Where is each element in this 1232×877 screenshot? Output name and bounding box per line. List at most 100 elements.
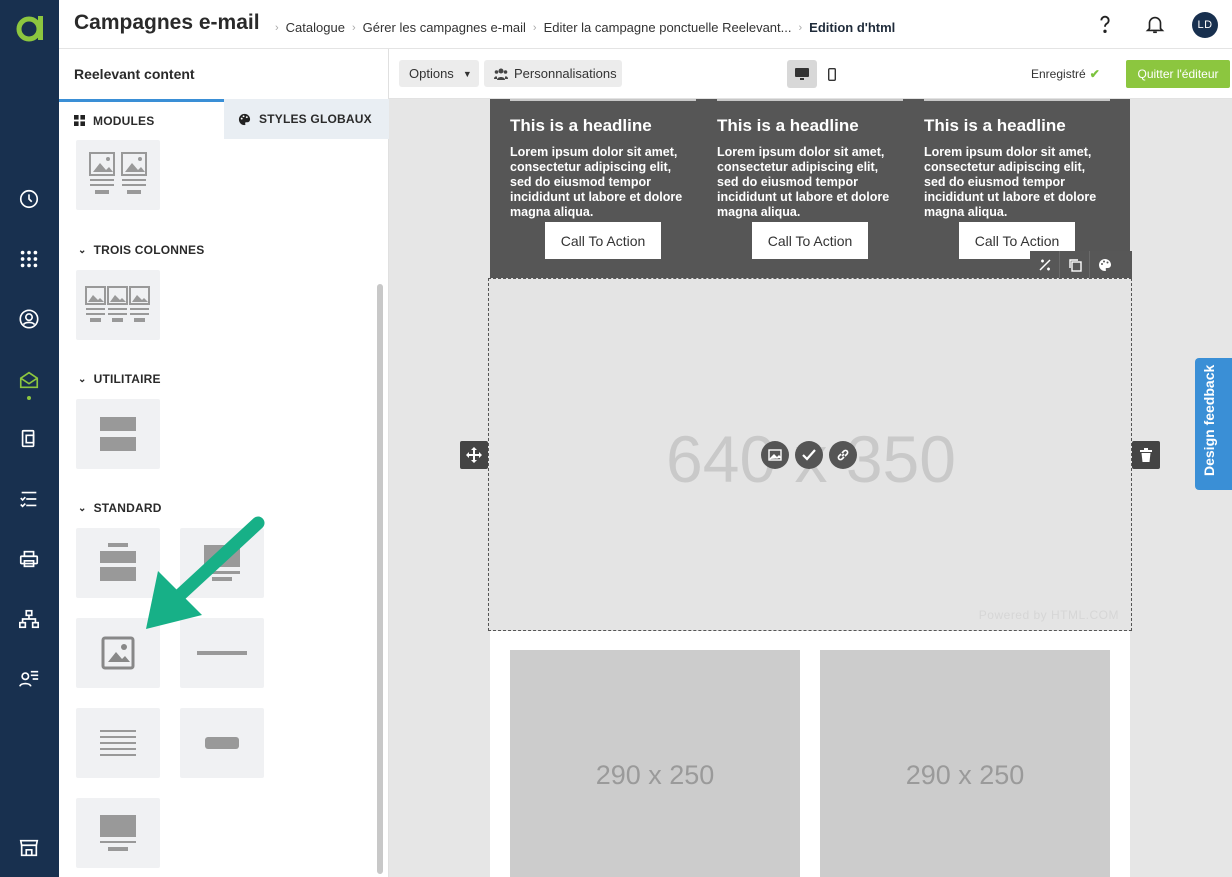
tab-styles-globaux[interactable]: STYLES GLOBAUX	[224, 99, 389, 139]
image-block-selected[interactable]: 640 x 350 Powered by HTML.COM	[488, 278, 1132, 631]
audience-icon[interactable]	[17, 667, 41, 691]
save-status: Enregistré ✔	[1031, 67, 1100, 81]
email-body: This is a headline Lorem ipsum dolor sit…	[488, 99, 1132, 877]
module-image-caption[interactable]	[76, 798, 160, 868]
trash-icon[interactable]	[1132, 441, 1160, 469]
palette-icon[interactable]	[1090, 251, 1120, 279]
editor-toolbar: Options ▼ Personnalisations Enregistré ✔ …	[389, 49, 1232, 99]
image-placeholder-left[interactable]: 290 x 250	[510, 650, 800, 877]
personalize-label: Personnalisations	[514, 66, 617, 81]
desktop-icon	[795, 68, 809, 80]
column-image-edge	[510, 99, 696, 101]
module-paragraph[interactable]	[76, 708, 160, 778]
column-image-edge	[924, 99, 1110, 101]
placeholder-label: 290 x 250	[905, 760, 1025, 790]
module-two-columns[interactable]	[76, 140, 160, 210]
email-canvas: This is a headline Lorem ipsum dolor sit…	[389, 99, 1232, 877]
panel-scrollbar[interactable]	[377, 284, 383, 874]
active-indicator	[27, 396, 31, 400]
dashboard-icon[interactable]	[17, 187, 41, 211]
hierarchy-icon[interactable]	[17, 607, 41, 631]
quit-editor-button[interactable]: Quitter l'éditeur	[1126, 60, 1230, 88]
section-standard[interactable]: ⌄ STANDARD	[78, 501, 162, 515]
nav-rail	[0, 0, 59, 877]
column-body[interactable]: Lorem ipsum dolor sit amet, consectetur …	[924, 145, 1110, 220]
bell-icon[interactable]	[1143, 12, 1167, 36]
feedback-label: Design feedback	[1201, 364, 1217, 476]
breadcrumb-item[interactable]: Gérer les campagnes e-mail	[363, 20, 526, 35]
column-headline[interactable]: This is a headline	[510, 116, 696, 136]
options-dropdown[interactable]: Options ▼	[399, 60, 479, 87]
magic-icon[interactable]	[1030, 251, 1060, 279]
module-three-columns[interactable]	[76, 270, 160, 340]
column-body[interactable]: Lorem ipsum dolor sit amet, consectetur …	[717, 145, 903, 220]
modules-panel: Reelevant content MODULES STYLES GLOBAUX	[59, 49, 389, 877]
section-trois-colonnes[interactable]: ⌄ TROIS COLONNES	[78, 243, 204, 257]
call-to-action-button[interactable]: Call To Action	[752, 222, 868, 259]
row-actions-bar	[1030, 251, 1132, 279]
email-icon[interactable]	[17, 368, 41, 392]
app-root: Campagnes e-mail › Catalogue › Gérer les…	[0, 0, 1232, 877]
grid-icon	[74, 115, 85, 126]
content-icon[interactable]	[17, 427, 41, 451]
column-image-edge	[717, 99, 903, 101]
breadcrumb-separator: ›	[275, 21, 279, 34]
column-headline[interactable]: This is a headline	[924, 116, 1110, 136]
annotation-arrow-icon	[146, 516, 265, 629]
apps-grid-icon[interactable]	[17, 247, 41, 271]
section-label: UTILITAIRE	[93, 372, 161, 386]
chevron-down-icon: ⌄	[78, 244, 87, 256]
caret-down-icon: ▼	[462, 68, 472, 79]
store-icon[interactable]	[17, 836, 41, 860]
call-to-action-button[interactable]: Call To Action	[545, 222, 661, 259]
breadcrumb-separator: ›	[532, 21, 537, 34]
check-icon: ✔	[1089, 67, 1100, 81]
reelevant-logo[interactable]	[14, 12, 46, 44]
section-utilitaire[interactable]: ⌄ UTILITAIRE	[78, 372, 161, 386]
breadcrumb-item[interactable]: Catalogue	[286, 20, 345, 35]
image-icon[interactable]	[761, 441, 789, 469]
panel-title: Reelevant content	[74, 66, 195, 82]
save-status-label: Enregistré	[1031, 67, 1086, 81]
mobile-view-button[interactable]	[817, 60, 847, 88]
question-icon[interactable]	[1093, 12, 1117, 36]
desktop-view-button[interactable]	[787, 60, 817, 88]
personalize-button[interactable]: Personnalisations	[484, 60, 622, 87]
user-icon[interactable]	[17, 307, 41, 331]
checklist-icon[interactable]	[17, 487, 41, 511]
section-label: TROIS COLONNES	[93, 243, 205, 257]
breadcrumb-separator: ›	[798, 21, 803, 34]
section-label: STANDARD	[93, 501, 162, 515]
design-feedback-tab[interactable]: Design feedback	[1195, 358, 1232, 490]
column-1: This is a headline Lorem ipsum dolor sit…	[510, 99, 696, 220]
move-handle-icon[interactable]	[460, 441, 488, 469]
panel-tabs: MODULES STYLES GLOBAUX	[59, 99, 389, 139]
link-icon[interactable]	[829, 441, 857, 469]
column-3: This is a headline Lorem ipsum dolor sit…	[924, 99, 1110, 220]
placeholder-label: 290 x 250	[595, 760, 715, 790]
breadcrumb-separator: ›	[351, 21, 356, 34]
avatar[interactable]: LD	[1192, 12, 1218, 38]
breadcrumb-item[interactable]: Editer la campagne ponctuelle Reelevant.…	[544, 20, 792, 35]
top-header: Campagnes e-mail › Catalogue › Gérer les…	[59, 0, 1232, 49]
breadcrumb: › Catalogue › Gérer les campagnes e-mail…	[268, 20, 895, 35]
tab-label: STYLES GLOBAUX	[259, 112, 372, 126]
three-column-row[interactable]: This is a headline Lorem ipsum dolor sit…	[490, 99, 1132, 279]
column-headline[interactable]: This is a headline	[717, 116, 903, 136]
page-title: Campagnes e-mail	[74, 11, 260, 34]
options-label: Options	[409, 66, 454, 81]
column-body[interactable]: Lorem ipsum dolor sit amet, consectetur …	[510, 145, 696, 220]
palette-icon	[238, 113, 251, 126]
column-2: This is a headline Lorem ipsum dolor sit…	[717, 99, 903, 220]
modules-list: ⌄ TROIS COLONNES ⌄ UTILITAIRE ⌄ STANDARD	[59, 139, 389, 877]
module-button[interactable]	[180, 708, 264, 778]
print-icon[interactable]	[17, 547, 41, 571]
duplicate-icon[interactable]	[1060, 251, 1090, 279]
tab-label: MODULES	[93, 113, 155, 128]
module-spacer[interactable]	[76, 399, 160, 469]
chevron-down-icon: ⌄	[78, 502, 87, 514]
image-placeholder-right[interactable]: 290 x 250	[820, 650, 1110, 877]
magic-check-icon[interactable]	[795, 441, 823, 469]
tab-modules[interactable]: MODULES	[59, 99, 224, 139]
breadcrumb-current: Edition d'html	[809, 20, 896, 35]
